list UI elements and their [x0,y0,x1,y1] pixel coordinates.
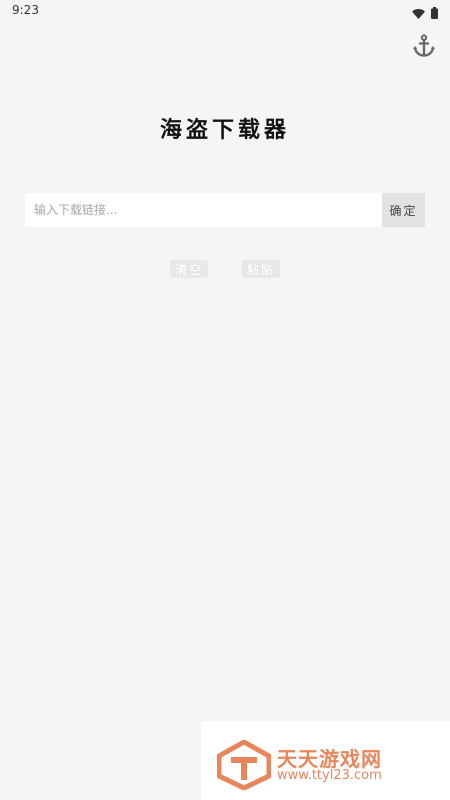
status-bar: 9:23 [0,0,450,22]
site-watermark: 天天游戏网 www.ttyl23.com [201,721,450,800]
anchor-button[interactable] [410,34,438,62]
confirm-button[interactable]: 确定 [382,193,425,227]
download-url-input[interactable] [25,193,382,227]
watermark-logo-icon [216,739,272,791]
status-time: 9:23 [12,3,39,17]
app-screen: 9:23 海盗下载器 输入下载链接... 确定 清空 粘贴 天天游戏网 www.… [0,0,450,800]
battery-icon [431,4,438,23]
wifi-icon [412,4,425,23]
status-icons [412,4,438,23]
clear-button[interactable]: 清空 [170,260,208,278]
paste-button[interactable]: 粘贴 [242,260,280,278]
watermark-url: www.ttyl23.com [277,768,382,783]
app-title: 海盗下载器 [159,117,290,143]
anchor-icon [412,34,436,62]
url-input-row: 确定 [25,193,425,227]
